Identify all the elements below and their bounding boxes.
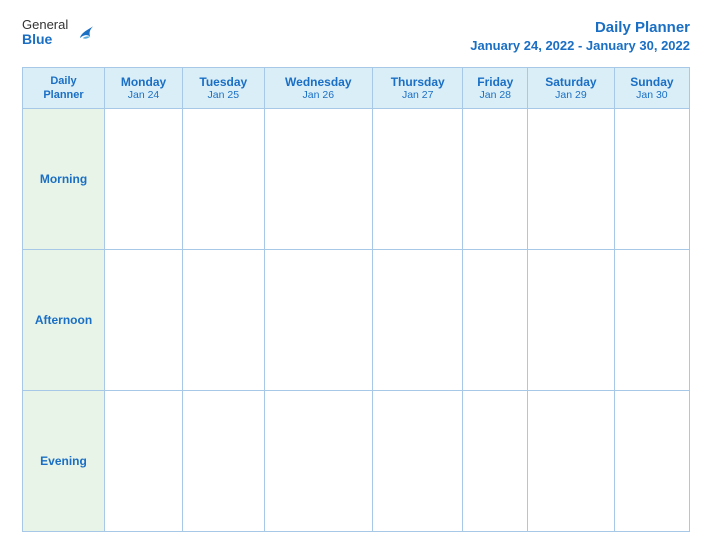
day-date-tuesday: Jan 25 [187, 89, 260, 101]
col-header-friday: Friday Jan 28 [463, 67, 528, 109]
calendar-table: DailyPlanner Monday Jan 24 Tuesday Jan 2… [22, 67, 690, 533]
day-date-friday: Jan 28 [467, 89, 523, 101]
logo-blue: Blue [22, 32, 68, 47]
cell-evening-tuesday[interactable] [183, 391, 265, 532]
title-area: Daily Planner January 24, 2022 - January… [470, 18, 690, 53]
cell-evening-saturday[interactable] [528, 391, 615, 532]
col-header-tuesday: Tuesday Jan 25 [183, 67, 265, 109]
cell-morning-thursday[interactable] [372, 109, 462, 250]
cell-evening-monday[interactable] [105, 391, 183, 532]
day-name-monday: Monday [109, 75, 178, 89]
day-name-thursday: Thursday [377, 75, 458, 89]
cell-evening-sunday[interactable] [614, 391, 689, 532]
cell-morning-sunday[interactable] [614, 109, 689, 250]
cell-morning-monday[interactable] [105, 109, 183, 250]
day-name-saturday: Saturday [532, 75, 610, 89]
cell-morning-wednesday[interactable] [264, 109, 372, 250]
day-date-saturday: Jan 29 [532, 89, 610, 101]
table-row-morning: Morning [23, 109, 690, 250]
row-label-morning: Morning [23, 109, 105, 250]
cell-morning-friday[interactable] [463, 109, 528, 250]
logo-general: General [22, 18, 68, 32]
day-date-sunday: Jan 30 [619, 89, 685, 101]
day-date-monday: Jan 24 [109, 89, 178, 101]
page: General Blue Daily Planner January 24, 2… [0, 0, 712, 550]
day-name-wednesday: Wednesday [269, 75, 368, 89]
row-label-afternoon: Afternoon [23, 250, 105, 391]
row-label-evening: Evening [23, 391, 105, 532]
cell-afternoon-thursday[interactable] [372, 250, 462, 391]
day-name-sunday: Sunday [619, 75, 685, 89]
table-row-afternoon: Afternoon [23, 250, 690, 391]
col-header-sunday: Sunday Jan 30 [614, 67, 689, 109]
cell-afternoon-monday[interactable] [105, 250, 183, 391]
day-date-thursday: Jan 27 [377, 89, 458, 101]
col-header-wednesday: Wednesday Jan 26 [264, 67, 372, 109]
table-row-evening: Evening [23, 391, 690, 532]
cell-evening-thursday[interactable] [372, 391, 462, 532]
cell-morning-saturday[interactable] [528, 109, 615, 250]
cell-evening-friday[interactable] [463, 391, 528, 532]
logo-text: General Blue [22, 18, 68, 48]
cell-afternoon-saturday[interactable] [528, 250, 615, 391]
day-name-friday: Friday [467, 75, 523, 89]
table-label-line1: DailyPlanner [43, 75, 83, 101]
logo-area: General Blue [22, 18, 96, 48]
col-header-saturday: Saturday Jan 29 [528, 67, 615, 109]
cell-afternoon-friday[interactable] [463, 250, 528, 391]
planner-date-range: January 24, 2022 - January 30, 2022 [470, 38, 690, 53]
table-header-label: DailyPlanner [23, 67, 105, 109]
general-blue-bird-icon [74, 22, 96, 44]
col-header-monday: Monday Jan 24 [105, 67, 183, 109]
cell-evening-wednesday[interactable] [264, 391, 372, 532]
header: General Blue Daily Planner January 24, 2… [22, 18, 690, 53]
day-name-tuesday: Tuesday [187, 75, 260, 89]
col-header-thursday: Thursday Jan 27 [372, 67, 462, 109]
day-date-wednesday: Jan 26 [269, 89, 368, 101]
cell-afternoon-wednesday[interactable] [264, 250, 372, 391]
cell-morning-tuesday[interactable] [183, 109, 265, 250]
planner-title: Daily Planner [470, 18, 690, 38]
cell-afternoon-sunday[interactable] [614, 250, 689, 391]
cell-afternoon-tuesday[interactable] [183, 250, 265, 391]
